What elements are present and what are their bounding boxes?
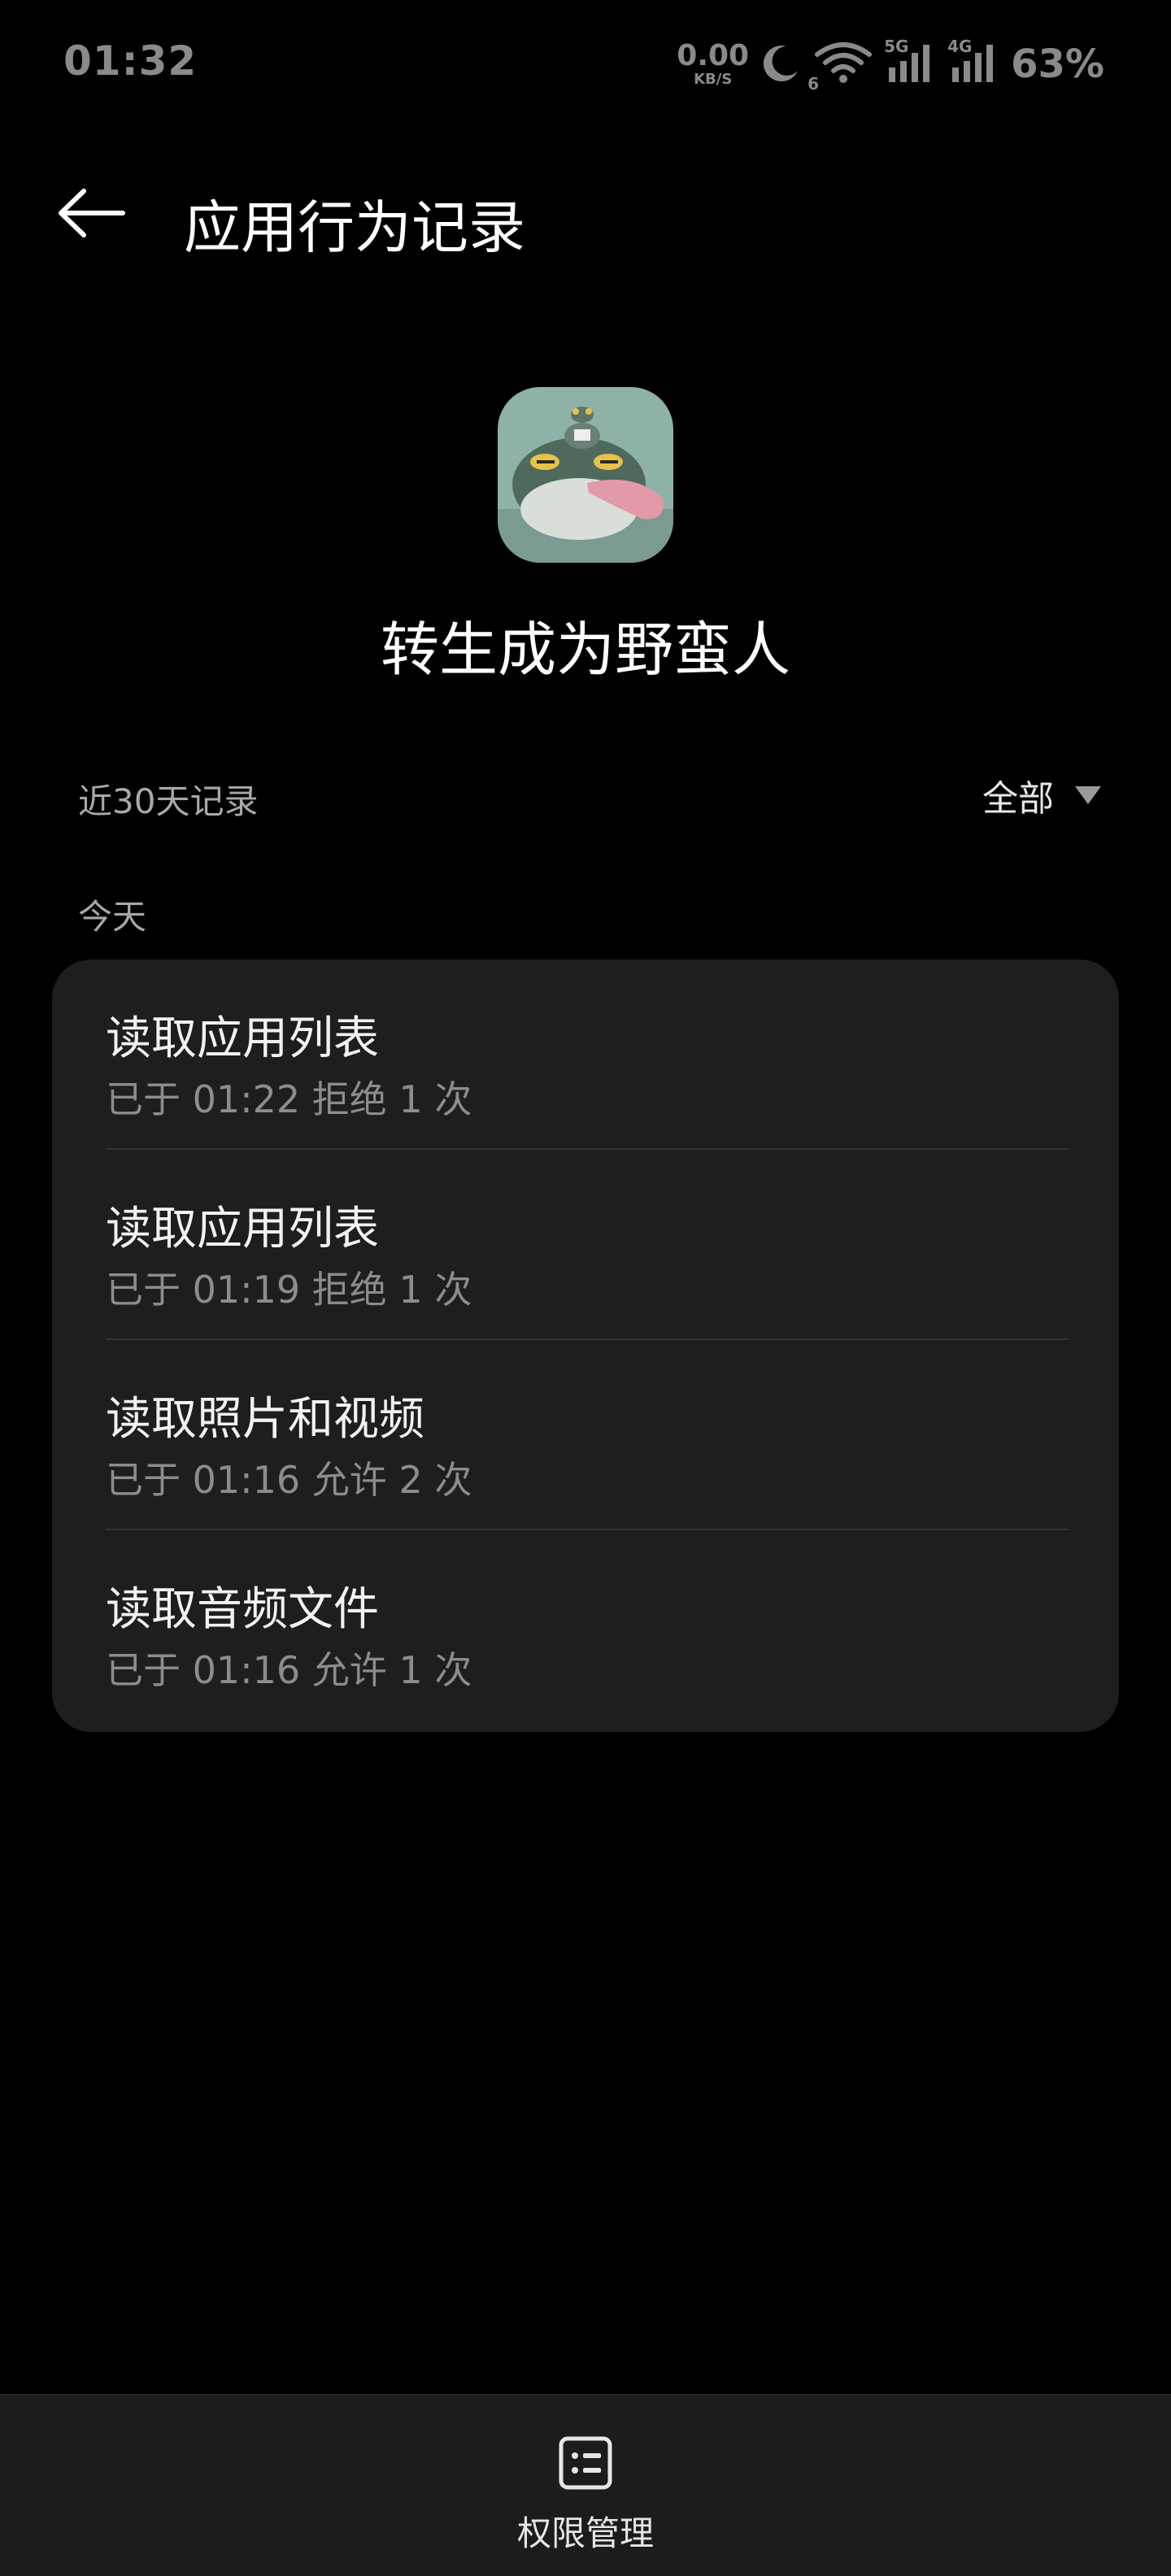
page-title: 应用行为记录 <box>184 194 525 261</box>
records-card: 读取应用列表 已于 01:22 拒绝 1 次 读取应用列表 已于 01:19 拒… <box>52 959 1119 1732</box>
wifi-icon: 6 <box>808 40 873 94</box>
record-title: 读取照片和视频 <box>106 1393 424 1446</box>
signal1-badge: 5G <box>884 37 909 56</box>
caret-down-icon <box>1075 786 1101 804</box>
network-speed-unit: KB/S <box>694 71 733 88</box>
filter-label: 全部 <box>982 778 1054 820</box>
record-detail: 已于 01:16 允许 2 次 <box>106 1458 472 1502</box>
battery-level: 63% <box>1011 41 1104 87</box>
wifi-badge: 6 <box>808 74 820 94</box>
record-item[interactable]: 读取应用列表 已于 01:22 拒绝 1 次 <box>52 959 1119 1150</box>
network-speed-value: 0.00 <box>677 39 750 72</box>
app-name: 转生成为野蛮人 <box>380 616 790 684</box>
status-bar: 01:32 0.00 KB/S 6 5G 4G 63% <box>0 0 1171 130</box>
record-title: 读取音频文件 <box>106 1583 379 1636</box>
permission-management-label: 权限管理 <box>516 2513 654 2553</box>
permission-management-button[interactable]: 权限管理 <box>455 2395 716 2576</box>
moon-icon <box>760 41 803 87</box>
range-label: 近30天记录 <box>78 781 259 821</box>
day-label: 今天 <box>78 897 147 937</box>
signal-icon: 4G <box>947 37 999 87</box>
status-icons: 0.00 KB/S 6 5G 4G 63% <box>677 36 1104 94</box>
record-detail: 已于 01:22 拒绝 1 次 <box>106 1077 472 1121</box>
record-title: 读取应用列表 <box>106 1012 379 1065</box>
bottom-bar: 权限管理 <box>0 2394 1171 2576</box>
record-item[interactable]: 读取音频文件 已于 01:16 允许 1 次 <box>52 1530 1119 1721</box>
record-item[interactable]: 读取应用列表 已于 01:19 拒绝 1 次 <box>52 1150 1119 1340</box>
network-speed: 0.00 KB/S <box>677 41 749 87</box>
signal-icon: 5G <box>884 37 936 87</box>
record-detail: 已于 01:16 允许 1 次 <box>106 1648 472 1692</box>
filter-dropdown[interactable]: 全部 <box>982 769 1101 821</box>
record-title: 读取应用列表 <box>106 1203 379 1255</box>
permission-list-icon <box>557 2435 614 2495</box>
record-item[interactable]: 读取照片和视频 已于 01:16 允许 2 次 <box>52 1340 1119 1530</box>
back-button[interactable] <box>50 181 132 249</box>
arrow-left-icon <box>54 185 128 245</box>
status-time: 01:32 <box>63 37 198 85</box>
app-icon <box>498 387 673 563</box>
app-behavior-record-page: 01:32 0.00 KB/S 6 5G 4G 63% 应用行为记录 转生成为野… <box>0 0 1171 2576</box>
signal2-badge: 4G <box>947 37 973 56</box>
record-detail: 已于 01:19 拒绝 1 次 <box>106 1268 472 1312</box>
